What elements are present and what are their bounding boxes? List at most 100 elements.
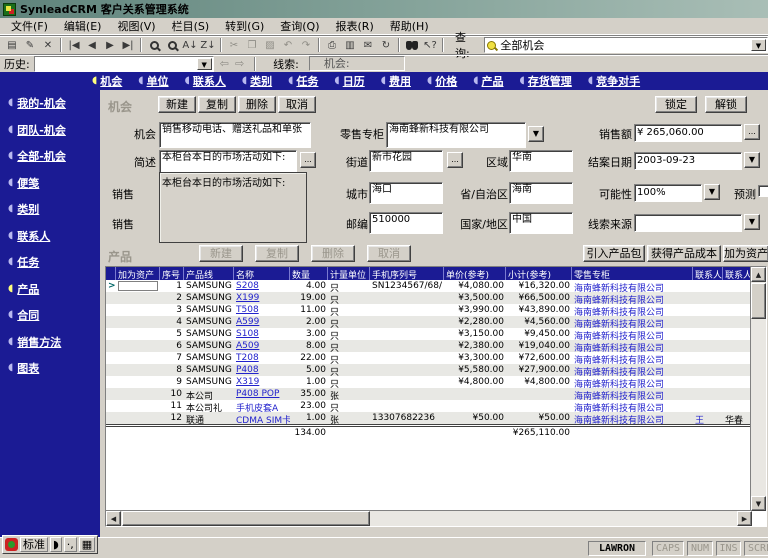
product-action-button[interactable]: 新建 [199, 245, 243, 262]
sidebar-item-销售方法[interactable]: ◖销售方法 [8, 334, 61, 350]
cell-counter-link[interactable]: 海南蜂新科技有限公司 [574, 332, 664, 340]
cell-name-link[interactable]: A509 [236, 341, 259, 351]
table-row[interactable]: 5SAMSUNGS1083.00只¥3,150.00¥9,450.00海南蜂新科… [106, 328, 751, 340]
column-header-数量[interactable]: 数量 [290, 267, 328, 280]
opportunity-action-button[interactable]: 取消 [278, 96, 316, 113]
city-input[interactable]: 海口 [369, 182, 443, 204]
column-header-产品线[interactable]: 产品线 [184, 267, 234, 280]
product-action-button[interactable]: 取消 [367, 245, 411, 262]
undo-icon[interactable]: ↶ [279, 37, 297, 53]
cell-counter-link[interactable]: 海南蜂新科技有限公司 [574, 416, 664, 424]
last-record-icon[interactable]: ▶| [119, 37, 137, 53]
ime-keyboard-icon[interactable]: ▦ [79, 537, 95, 552]
export-icon[interactable]: ▥ [341, 37, 359, 53]
column-header-联系人姓[interactable]: 联系人姓 [693, 267, 723, 280]
table-row[interactable]: 10本公司P408 POP35.00张海南蜂新科技有限公司 [106, 388, 751, 400]
table-row[interactable]: 6SAMSUNGA5098.00只¥2,380.00¥19,040.00海南蜂新… [106, 340, 751, 352]
copy-icon[interactable]: ❐ [243, 37, 261, 53]
product-tool-button[interactable]: 获得产品成本 [647, 245, 721, 262]
column-header-计量单位[interactable]: 计量单位 [328, 267, 370, 280]
tab-费用[interactable]: ◖费用 [375, 73, 417, 89]
scroll-down-icon[interactable]: ▼ [751, 496, 766, 511]
table-row[interactable]: 3SAMSUNGT50811.00只¥3,990.00¥43,890.00海南蜂… [106, 304, 751, 316]
tab-存货管理[interactable]: ◖存货管理 [514, 73, 578, 89]
tab-产品[interactable]: ◖产品 [467, 73, 509, 89]
scroll-right-icon[interactable]: ▶ [737, 511, 752, 526]
cell-counter-link[interactable]: 海南蜂新科技有限公司 [574, 368, 664, 376]
prev-record-icon[interactable]: ◀ [83, 37, 101, 53]
hscroll-thumb[interactable] [122, 511, 370, 526]
find-icon[interactable] [145, 37, 163, 53]
sort-ascending-icon[interactable]: A↓ [181, 37, 199, 53]
delete-record-icon[interactable]: ✕ [39, 37, 57, 53]
sales-amount-ellipsis-button[interactable]: ... [744, 124, 760, 140]
cell-name-link[interactable]: A599 [236, 317, 259, 327]
asset-edit-cell[interactable] [118, 281, 158, 291]
edit-record-icon[interactable]: ✎ [21, 37, 39, 53]
menu-item[interactable]: 转到(G) [218, 17, 271, 35]
menu-item[interactable]: 帮助(H) [383, 17, 436, 35]
cell-name-link[interactable]: P408 [236, 365, 259, 375]
table-row[interactable]: 9SAMSUNGX3191.00只¥4,800.00¥4,800.00海南蜂新科… [106, 376, 751, 388]
redo-icon[interactable]: ↷ [297, 37, 315, 53]
context-help-icon[interactable]: ↖? [421, 37, 439, 53]
menu-item[interactable]: 栏目(S) [165, 17, 217, 35]
opportunity-name-input[interactable]: 销售移动电话、赠送礼品和单张 [159, 122, 311, 148]
cell-counter-link[interactable]: 海南蜂新科技有限公司 [574, 356, 664, 364]
sidebar-item-联系人[interactable]: ◖联系人 [8, 228, 50, 244]
product-tool-button[interactable]: 加为资产 [723, 245, 768, 262]
table-row[interactable]: >1SAMSUNGS2084.00只SN1234567/68/¥4,080.00… [106, 280, 751, 292]
column-header-名称[interactable]: 名称 [234, 267, 290, 280]
binoculars-find-icon[interactable] [403, 37, 421, 53]
product-action-button[interactable]: 复制 [255, 245, 299, 262]
product-tool-button[interactable]: 引入产品包 [583, 245, 645, 262]
tab-任务[interactable]: ◖任务 [282, 73, 324, 89]
column-header-手机序列号[interactable]: 手机序列号 [370, 267, 444, 280]
ime-halfwidth-icon[interactable]: ◗ [50, 537, 62, 552]
cell-name-link[interactable]: X319 [236, 377, 259, 387]
sort-descending-icon[interactable]: Z↓ [199, 37, 217, 53]
column-header-单价(参考)[interactable]: 单价(参考) [444, 267, 506, 280]
cell-counter-link[interactable]: 海南蜂新科技有限公司 [574, 296, 664, 304]
table-row[interactable]: 12联通CDMA SIM卡1.00张13307682236¥50.00¥50.0… [106, 412, 751, 424]
cell-name-link[interactable]: S108 [236, 329, 259, 339]
zip-input[interactable]: 510000 [369, 212, 443, 234]
first-record-icon[interactable]: |◀ [65, 37, 83, 53]
table-row[interactable]: 7SAMSUNGT20822.00只¥3,300.00¥72,600.00海南蜂… [106, 352, 751, 364]
print-icon[interactable]: ⎙ [323, 37, 341, 53]
cell-counter-link[interactable]: 海南蜂新科技有限公司 [574, 380, 664, 388]
scroll-up-icon[interactable]: ▲ [751, 267, 766, 282]
tab-日历[interactable]: ◖日历 [328, 73, 370, 89]
tab-价格[interactable]: ◖价格 [421, 73, 463, 89]
sidebar-item-全部-机会[interactable]: ◖全部-机会 [8, 148, 66, 164]
close-date-dropdown-icon[interactable]: ▼ [744, 152, 760, 168]
cell-counter-link[interactable]: 海南蜂新科技有限公司 [574, 392, 664, 400]
close-date-input[interactable]: 2003-09-23 [634, 152, 742, 170]
menu-item[interactable]: 报表(R) [329, 17, 381, 35]
lock-button[interactable]: 锁定 [655, 96, 697, 113]
column-header-小计(参考)[interactable]: 小计(参考) [506, 267, 572, 280]
find-preview-icon[interactable] [163, 37, 181, 53]
opportunity-action-button[interactable]: 新建 [158, 96, 196, 113]
retail-counter-input[interactable]: 海南蜂新科技有限公司 [386, 122, 526, 148]
sidebar-item-团队-机会[interactable]: ◖团队-机会 [8, 122, 66, 138]
product-action-button[interactable]: 删除 [311, 245, 355, 262]
ime-logo-icon[interactable] [5, 538, 18, 551]
column-header-联系人名[interactable]: 联系人名 [723, 267, 751, 280]
cell-name-link[interactable]: X199 [236, 293, 259, 303]
lead-source-input[interactable] [634, 214, 742, 232]
history-forward-icon[interactable]: ⇨ [235, 57, 244, 70]
history-back-icon[interactable]: ⇦ [220, 57, 229, 70]
street-input[interactable]: 新市花园 [369, 150, 443, 172]
column-header-序号[interactable]: 序号 [160, 267, 184, 280]
retail-counter-dropdown-icon[interactable]: ▼ [528, 126, 544, 142]
menu-item[interactable]: 编辑(E) [57, 17, 109, 35]
sidebar-item-产品[interactable]: ◖产品 [8, 281, 39, 297]
probability-input[interactable]: 100% [634, 184, 702, 202]
province-input[interactable]: 海南 [509, 182, 573, 204]
opportunity-action-button[interactable]: 删除 [238, 96, 276, 113]
summary-input[interactable]: 本柜台本日的市场活动如下: [159, 150, 297, 174]
paste-icon[interactable]: ▨ [261, 37, 279, 53]
ime-mode-button[interactable]: 标准 [20, 537, 48, 552]
sidebar-item-类别[interactable]: ◖类别 [8, 201, 39, 217]
